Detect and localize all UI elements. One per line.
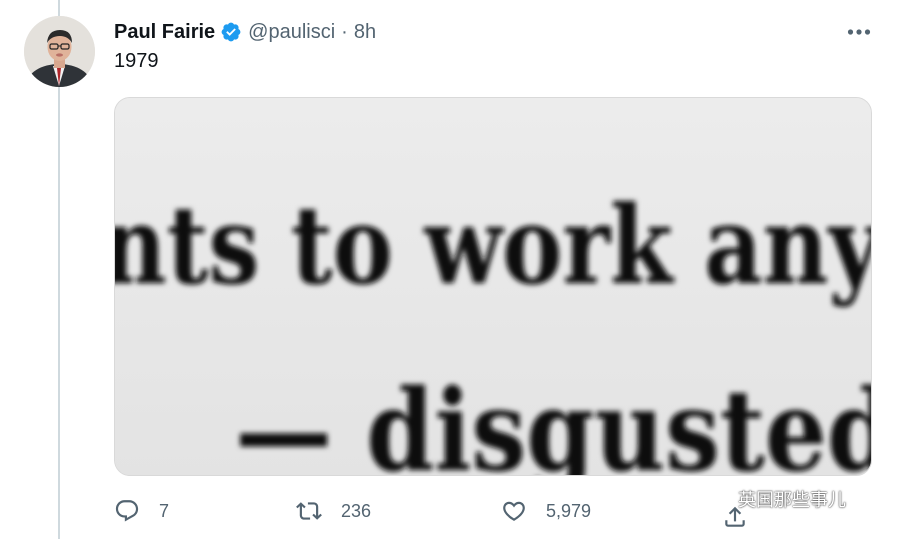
- newspaper-line-1: nts to work any: [115, 183, 872, 309]
- verified-badge-icon: [220, 21, 242, 43]
- retweet-count: 236: [341, 500, 372, 521]
- retweet-button[interactable]: 236: [296, 492, 371, 530]
- newspaper-line-2: — disgusted: [235, 366, 872, 476]
- author-name[interactable]: Paul Fairie: [114, 21, 215, 44]
- heart-icon: [503, 501, 525, 521]
- like-count: 5,979: [546, 500, 592, 521]
- reply-icon: [115, 500, 139, 522]
- watermark: 英国那些事儿: [698, 484, 846, 514]
- reply-button[interactable]: 7: [114, 492, 169, 530]
- wechat-icon: [699, 487, 730, 511]
- tweet-media-image[interactable]: nts to work any — disgusted: [114, 97, 872, 476]
- tweet-timestamp[interactable]: 8h: [354, 21, 376, 44]
- tweet-text: 1979: [114, 50, 159, 72]
- like-button[interactable]: 5,979: [501, 492, 591, 530]
- watermark-text: 英国那些事儿: [738, 490, 846, 511]
- avatar[interactable]: [24, 16, 95, 87]
- separator-dot: ·: [341, 20, 348, 43]
- reply-count: 7: [159, 500, 170, 521]
- more-options-button[interactable]: [842, 18, 876, 46]
- tweet-header: Paul Fairie @paulisci · 8h: [114, 18, 376, 46]
- retweet-icon: [296, 502, 322, 520]
- author-handle[interactable]: @paulisci: [248, 21, 335, 44]
- more-dots-icon: [847, 29, 871, 35]
